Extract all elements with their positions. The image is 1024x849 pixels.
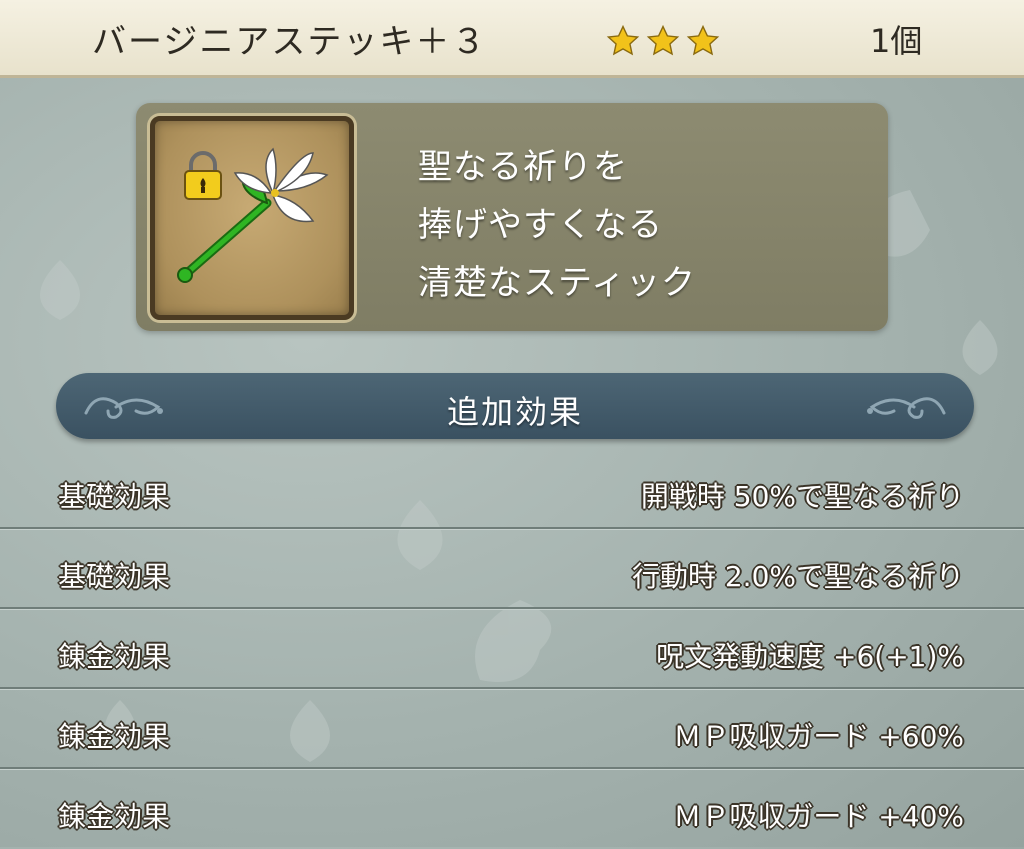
item-header: バージニアステッキ＋３ 1個	[0, 0, 1024, 78]
effects-list: 基礎効果 開戦時 50%で聖なる祈り 基礎効果 行動時 2.0%で聖なる祈り 錬…	[0, 449, 1024, 849]
effect-value: 呪文発動速度 +6(+1)%	[656, 640, 964, 673]
description-line: 清楚なスティック	[418, 263, 696, 303]
star-icon	[606, 24, 640, 56]
effect-row: 錬金効果 ＭＰ吸収ガード +40%	[0, 769, 1024, 849]
description-line: 聖なる祈りを	[418, 147, 628, 187]
flourish-right-icon	[867, 397, 946, 419]
effect-type-label: 錬金効果	[58, 800, 171, 833]
lock-icon	[184, 151, 222, 200]
item-description: 聖なる祈りを 捧げやすくなる 清楚なスティック	[418, 138, 858, 312]
effect-type-label: 錬金効果	[58, 720, 171, 753]
effect-type-label: 錬金効果	[58, 640, 171, 673]
effect-row: 基礎効果 行動時 2.0%で聖なる祈り	[0, 529, 1024, 609]
star-icon	[686, 24, 720, 56]
item-name: バージニアステッキ＋３	[92, 22, 488, 62]
effect-row: 錬金効果 呪文発動速度 +6(+1)%	[0, 609, 1024, 689]
section-title: 追加効果	[446, 393, 583, 431]
effect-value: 行動時 2.0%で聖なる祈り	[631, 560, 964, 593]
effect-value: ＭＰ吸収ガード +60%	[673, 720, 964, 753]
effect-row: 錬金効果 ＭＰ吸収ガード +60%	[0, 689, 1024, 769]
section-header-additional-effects: 追加効果	[56, 373, 974, 439]
item-count: 1個	[870, 22, 923, 60]
effect-type-label: 基礎効果	[58, 560, 171, 593]
star-icon	[646, 24, 680, 56]
effect-row: 基礎効果 開戦時 50%で聖なる祈り	[0, 449, 1024, 529]
effect-value: ＭＰ吸収ガード +40%	[673, 800, 964, 833]
effect-type-label: 基礎効果	[58, 480, 171, 513]
effect-value: 開戦時 50%で聖なる祈り	[640, 480, 964, 513]
item-icon-frame[interactable]	[150, 116, 354, 320]
rarity-stars	[606, 24, 720, 58]
description-line: 捧げやすくなる	[418, 205, 663, 245]
